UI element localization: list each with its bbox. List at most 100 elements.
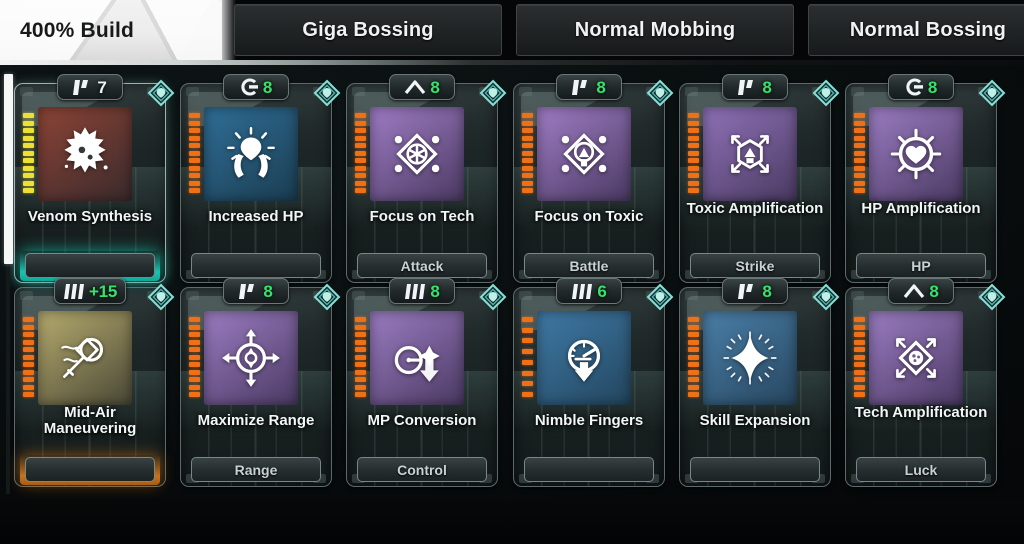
skill-rank-value: 8 <box>929 281 939 301</box>
skill-rank-value: 8 <box>927 77 938 97</box>
skill-card-title: Increased HP <box>208 208 304 225</box>
skill-level-meter <box>854 317 865 397</box>
skill-card-title: Skill Expansion <box>699 412 811 429</box>
gem-rarity-icon[interactable] <box>313 79 341 107</box>
skill-level-meter <box>23 113 34 193</box>
skill-level-meter <box>189 113 200 193</box>
tab-400-build[interactable]: 400% Build <box>0 0 236 62</box>
skill-card-category: Battle <box>524 253 654 278</box>
skill-card-category: Attack <box>357 253 487 278</box>
skill-card-title: Focus on Toxic <box>534 208 644 225</box>
bar-flag-glyph <box>738 79 758 96</box>
skill-card-title: Mid-Air Maneuvering <box>43 404 137 437</box>
healing-hands-heart-icon <box>204 107 298 201</box>
card-corner-notch <box>20 87 33 96</box>
tab-normal-mobbing[interactable]: Normal Mobbing <box>516 4 794 56</box>
gem-rarity-icon[interactable] <box>646 79 674 107</box>
tab-normal-bossing-label: Normal Bossing <box>849 18 1007 41</box>
triple-bars-glyph <box>571 283 593 300</box>
skill-card-title: MP Conversion <box>367 412 477 429</box>
skill-rank-value: 6 <box>597 281 607 301</box>
gem-rarity-icon[interactable] <box>978 283 1006 311</box>
gem-rarity-icon[interactable] <box>147 283 175 311</box>
skill-card[interactable]: Nimble Fingers 6 <box>513 278 674 487</box>
heart-burst-icon <box>869 107 963 201</box>
skill-card-category <box>25 253 155 278</box>
gem-rarity-icon[interactable] <box>479 79 507 107</box>
card-corner-notch <box>851 87 864 96</box>
tab-normal-mobbing-label: Normal Mobbing <box>574 18 736 41</box>
card-corner-notch <box>851 291 864 300</box>
skill-level-meter <box>23 317 34 397</box>
gem-rarity-icon[interactable] <box>646 283 674 311</box>
card-corner-notch <box>352 87 365 96</box>
skill-rank-badge: 8 <box>722 74 788 100</box>
bar-flag-glyph <box>239 283 259 300</box>
bar-flag-glyph <box>738 283 758 300</box>
triple-bars-glyph <box>63 283 85 300</box>
skill-card[interactable]: Maximize Range Range 8 <box>180 278 341 487</box>
chevron-up-glyph <box>404 79 426 95</box>
tab-bar-underline <box>0 60 1024 65</box>
skill-rank-value: 8 <box>262 77 273 97</box>
bottom-strip <box>0 500 1024 544</box>
skill-card-title: Nimble Fingers <box>534 412 644 429</box>
card-corner-notch <box>20 291 33 300</box>
skill-card-category: Range <box>191 457 321 482</box>
skill-level-meter <box>854 113 865 193</box>
gem-rarity-icon[interactable] <box>147 79 175 107</box>
skill-card[interactable]: HP Amplification HP 8 <box>845 74 1006 283</box>
scrollbar-thumb[interactable] <box>4 74 13 264</box>
gem-rarity-icon[interactable] <box>812 79 840 107</box>
toxic-drop-diamond-icon <box>537 107 631 201</box>
tech-diamond-expand-icon <box>869 311 963 405</box>
tab-giga-bossing-label: Giga Bossing <box>302 18 434 41</box>
skill-card[interactable]: Skill Expansion 8 <box>679 278 840 487</box>
skill-rank-badge: 8 <box>888 74 954 100</box>
skill-level-meter <box>355 113 366 193</box>
skill-rank-badge: 8 <box>223 74 289 100</box>
airborne-blade-icon <box>38 311 132 405</box>
card-corner-notch <box>519 87 532 96</box>
skill-card[interactable]: Focus on Toxic Battle 8 <box>513 74 674 283</box>
skill-card[interactable]: Tech Amplification Luck 8 <box>845 278 1006 487</box>
tech-gear-diamond-icon <box>370 107 464 201</box>
skill-rank-value: 7 <box>97 77 107 97</box>
skill-card-title: Tech Amplification <box>854 404 988 421</box>
sparkle-star-dial-icon <box>703 311 797 405</box>
skill-card[interactable]: Focus on Tech Attack 8 <box>346 74 507 283</box>
toxic-cube-expand-icon <box>703 107 797 201</box>
skill-rank-badge: 8 <box>888 278 954 304</box>
skill-card[interactable]: Toxic Amplification Strike 8 <box>679 74 840 283</box>
skill-rank-badge: 8 <box>223 278 289 304</box>
chevron-up-glyph <box>903 283 925 299</box>
tab-giga-bossing[interactable]: Giga Bossing <box>234 4 502 56</box>
skill-card[interactable]: MP Conversion Control 8 <box>346 278 507 487</box>
skill-card-title: Venom Synthesis <box>27 208 153 225</box>
gem-rarity-icon[interactable] <box>978 79 1006 107</box>
skill-rank-value: 8 <box>430 281 440 301</box>
skill-rank-value: 8 <box>762 281 772 301</box>
skill-card[interactable]: Venom Synthesis 7 <box>14 74 175 283</box>
gem-rarity-icon[interactable] <box>812 283 840 311</box>
skill-rank-badge: 8 <box>389 278 455 304</box>
skill-card[interactable]: Increased HP 8 <box>180 74 341 283</box>
gem-rarity-icon[interactable] <box>479 283 507 311</box>
build-tab-bar: 400% Build Giga Bossing Normal Mobbing N… <box>0 0 1024 62</box>
skill-rank-badge: 8 <box>722 278 788 304</box>
skill-rank-badge: 6 <box>556 278 622 304</box>
skill-card[interactable]: Mid-Air Maneuvering +15 <box>14 278 175 487</box>
skill-rank-badge: 8 <box>556 74 622 100</box>
bar-flag-glyph <box>572 79 592 96</box>
skill-card-title: Focus on Tech <box>369 208 475 225</box>
bar-flag-glyph <box>73 79 93 96</box>
skill-board-screen: 400% Build Giga Bossing Normal Mobbing N… <box>0 0 1024 544</box>
tab-normal-bossing[interactable]: Normal Bossing <box>808 4 1024 56</box>
skill-level-meter <box>522 113 533 193</box>
speed-gauge-down-icon <box>537 311 631 405</box>
skill-card-row: Mid-Air Maneuvering +15 Maximize Range Rang… <box>0 278 1024 489</box>
skill-rank-value: 8 <box>596 77 606 97</box>
gem-rarity-icon[interactable] <box>313 283 341 311</box>
skill-rank-badge: 7 <box>57 74 123 100</box>
skill-card-title: HP Amplification <box>861 200 981 217</box>
